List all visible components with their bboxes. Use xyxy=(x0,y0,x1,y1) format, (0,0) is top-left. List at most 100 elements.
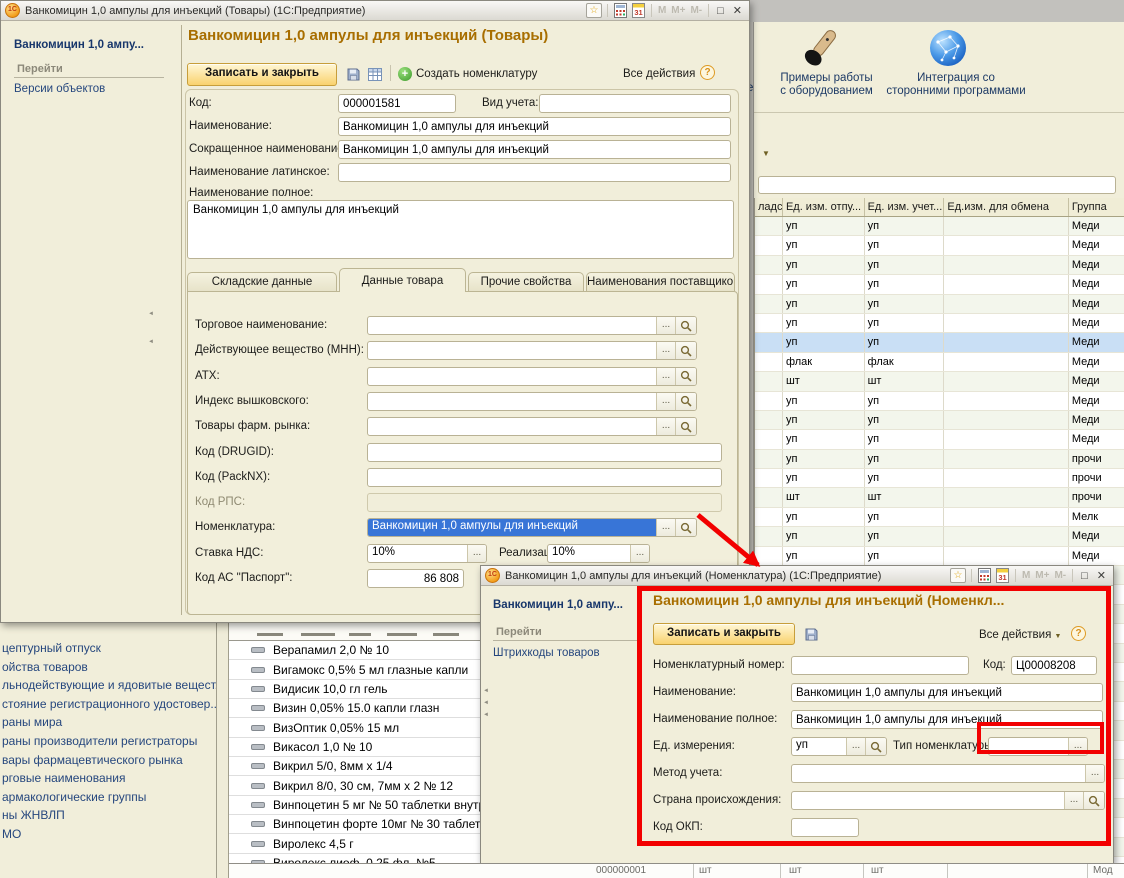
calendar-icon[interactable]: 31 xyxy=(995,568,1010,584)
memory-button[interactable]: M+ xyxy=(670,5,686,16)
okp-input[interactable] xyxy=(791,818,859,837)
titlebar[interactable]: 1С Ванкомицин 1,0 ампулы для инъекций (Т… xyxy=(1,1,749,21)
table-row[interactable]: упупМеди xyxy=(755,314,1124,333)
field-input[interactable] xyxy=(367,443,722,462)
chevron-down-icon[interactable]: ▼ xyxy=(762,149,770,158)
column-header[interactable]: Ед. изм. учет... xyxy=(865,198,945,216)
titlebar[interactable]: 1С Ванкомицин 1,0 ампулы для инъекций (Н… xyxy=(481,566,1113,586)
search-icon[interactable] xyxy=(675,342,696,359)
add-icon[interactable]: + xyxy=(398,67,412,81)
save-icon[interactable] xyxy=(345,66,361,82)
table-row[interactable]: упупМеди xyxy=(755,256,1124,275)
choose-button[interactable]: ... xyxy=(846,738,865,755)
choose-button[interactable]: ... xyxy=(656,519,675,536)
unit-field[interactable]: уп ... xyxy=(791,737,887,756)
tab-other[interactable]: Прочие свойства xyxy=(468,272,584,291)
tab-suppliers[interactable]: Наименования поставщиков xyxy=(586,272,735,291)
search-icon[interactable] xyxy=(675,368,696,385)
choose-button[interactable]: ... xyxy=(656,342,675,359)
memory-button[interactable]: M xyxy=(1021,570,1031,581)
nom-type-field[interactable]: ... xyxy=(988,737,1088,756)
memory-button[interactable]: M- xyxy=(689,5,703,16)
nav-link[interactable]: армакологические группы xyxy=(2,790,146,804)
splitter-grip-icon[interactable]: ◄ xyxy=(483,700,489,706)
passport-code-input[interactable] xyxy=(367,569,464,588)
save-close-button[interactable]: Записать и закрыть xyxy=(653,623,795,645)
search-icon[interactable] xyxy=(1083,792,1104,809)
favorites-icon[interactable]: ☆ xyxy=(586,3,602,18)
nav-link[interactable]: вары фармацевтического рынка xyxy=(2,753,183,767)
lookup-field[interactable]: ... xyxy=(367,417,697,436)
choose-button[interactable]: ... xyxy=(630,545,649,562)
list-item[interactable]: ВизОптик 0,05% 15 мл xyxy=(229,718,480,737)
vat-real-field[interactable]: 10% ... xyxy=(547,544,650,563)
short-name-input[interactable] xyxy=(338,140,731,159)
table-row[interactable]: упупМеди xyxy=(755,295,1124,314)
close-button[interactable]: ✕ xyxy=(730,4,745,17)
latin-name-input[interactable] xyxy=(338,163,731,182)
calendar-icon[interactable]: 31 xyxy=(631,3,646,19)
list-item[interactable]: Винпоцетин 5 мг № 50 таблетки внутр xyxy=(229,796,480,815)
sidebar-current-item[interactable]: Ванкомицин 1,0 ампу... xyxy=(14,39,144,51)
help-icon[interactable]: ? xyxy=(1071,626,1086,641)
table-row[interactable]: упупМеди xyxy=(755,236,1124,255)
list-item[interactable]: Виролекс 4,5 г xyxy=(229,835,480,854)
globe-icon[interactable] xyxy=(928,28,968,73)
calculator-icon[interactable] xyxy=(977,568,992,584)
code-input[interactable] xyxy=(338,94,456,113)
panel-splitter[interactable] xyxy=(216,622,229,878)
choose-button[interactable]: ... xyxy=(467,545,486,562)
favorites-icon[interactable]: ☆ xyxy=(950,568,966,583)
all-actions-button[interactable]: Все действия ▼ xyxy=(979,629,1061,641)
choose-button[interactable]: ... xyxy=(1064,792,1083,809)
choose-button[interactable]: ... xyxy=(1085,765,1104,782)
all-actions-button[interactable]: Все действия ▼ xyxy=(623,68,705,80)
nav-link[interactable]: раны мира xyxy=(2,715,62,729)
lookup-field[interactable]: ... xyxy=(367,316,697,335)
list-item[interactable]: Визин 0,05% 15.0 капли глазн xyxy=(229,699,480,718)
vid-ucheta-input[interactable] xyxy=(539,94,731,113)
table-row[interactable]: упупМеди xyxy=(755,217,1124,236)
save-close-button[interactable]: Записать и закрыть xyxy=(187,63,337,86)
code-input[interactable] xyxy=(1011,656,1097,675)
list-item[interactable]: Викрил 8/0, 30 см, 7мм х 2 № 12 xyxy=(229,776,480,795)
search-icon[interactable] xyxy=(865,738,886,755)
help-icon[interactable]: ? xyxy=(700,65,715,80)
splitter-grip-icon[interactable]: ◄ xyxy=(483,712,489,718)
nav-link[interactable]: стояние регистрационного удостовер... xyxy=(2,697,216,711)
lookup-field[interactable]: ... xyxy=(367,392,697,411)
memory-button[interactable]: M xyxy=(657,5,667,16)
table-row[interactable]: упупМеди xyxy=(755,275,1124,294)
memory-button[interactable]: M- xyxy=(1053,570,1067,581)
name-input[interactable] xyxy=(791,683,1103,702)
table-row[interactable]: штштпрочи xyxy=(755,488,1124,507)
full-name-input[interactable] xyxy=(791,710,1103,729)
table-row[interactable]: упупМеди xyxy=(755,333,1124,352)
maximize-button[interactable]: □ xyxy=(1078,570,1091,582)
drug-list[interactable]: Верапамил 2,0 № 10Вигамокс 0,5% 5 мл гла… xyxy=(229,622,480,878)
nav-link[interactable]: льнодействующие и ядовитые вещест... xyxy=(2,678,216,692)
save-icon[interactable] xyxy=(803,626,819,642)
nav-link[interactable]: рговые наименования xyxy=(2,771,125,785)
choose-button[interactable]: ... xyxy=(656,317,675,334)
tab-sklad[interactable]: Складские данные xyxy=(187,272,337,291)
table-row[interactable]: упупМеди xyxy=(755,411,1124,430)
choose-button[interactable]: ... xyxy=(656,368,675,385)
column-header[interactable]: Группа xyxy=(1069,198,1124,216)
nav-link[interactable]: цептурный отпуск xyxy=(2,641,101,655)
close-button[interactable]: ✕ xyxy=(1094,569,1109,582)
nav-link[interactable]: ны ЖНВЛП xyxy=(2,808,65,822)
choose-button[interactable]: ... xyxy=(656,418,675,435)
splitter-grip-icon[interactable]: ◄ xyxy=(483,688,489,694)
name-input[interactable] xyxy=(338,117,731,136)
tab-tovar[interactable]: Данные товара xyxy=(339,268,466,292)
table-row[interactable]: упупМеди xyxy=(755,392,1124,411)
list-item[interactable]: Викасол 1,0 № 10 xyxy=(229,738,480,757)
method-field[interactable]: ... xyxy=(791,764,1105,783)
search-icon[interactable] xyxy=(675,418,696,435)
nav-link[interactable]: ойства товаров xyxy=(2,660,88,674)
list-item[interactable]: Винпоцетин форте 10мг № 30 таблетк xyxy=(229,815,480,834)
sidebar-link-barcodes[interactable]: Штрихкоды товаров xyxy=(493,647,600,659)
country-field[interactable]: ... xyxy=(791,791,1105,810)
column-header[interactable]: Ед. изм. отпу... xyxy=(783,198,865,216)
